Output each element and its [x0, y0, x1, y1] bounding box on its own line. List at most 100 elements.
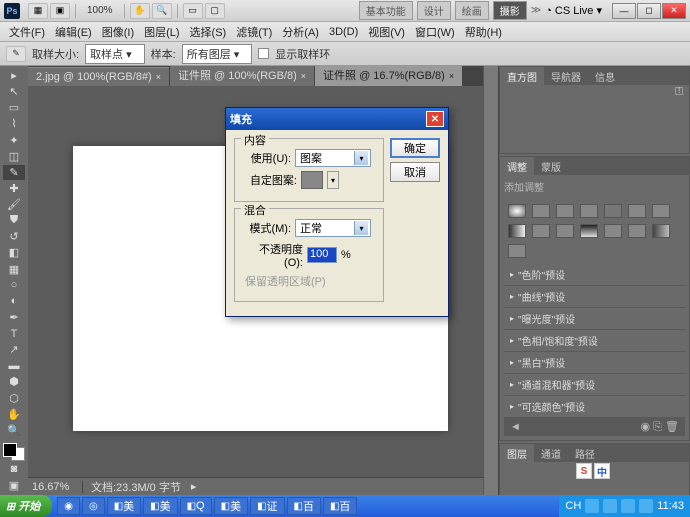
menu-filter[interactable]: 滤镜(T) — [231, 22, 277, 42]
tab-layers[interactable]: 图层 — [500, 444, 534, 462]
wand-tool[interactable]: ✦ — [3, 133, 25, 148]
menu-select[interactable]: 选择(S) — [185, 22, 232, 42]
cslive-button[interactable]: ◔ CS Live ▾ — [545, 4, 602, 17]
eraser-tool[interactable]: ◧ — [3, 245, 25, 260]
menu-view[interactable]: 视图(V) — [363, 22, 410, 42]
selectivecolor-icon[interactable] — [508, 244, 526, 258]
zoom-field[interactable]: 16.67% — [28, 481, 83, 493]
shape-tool[interactable]: ▬ — [3, 358, 25, 373]
pen-tool[interactable]: ✒ — [3, 310, 25, 325]
tray-icon[interactable] — [621, 499, 635, 513]
zoom-tool-icon[interactable]: 🔍 — [152, 3, 172, 19]
path-tool[interactable]: ↗ — [3, 342, 25, 357]
start-button[interactable]: ⊞ 开始 — [0, 495, 52, 517]
threshold-icon[interactable] — [628, 224, 646, 238]
menu-help[interactable]: 帮助(H) — [460, 22, 507, 42]
workspace-painting[interactable]: 绘画 — [455, 1, 489, 20]
crop-tool[interactable]: ◫ — [3, 149, 25, 164]
sample-layers-select[interactable]: 所有图层 ▾ — [182, 44, 253, 64]
sample-size-select[interactable]: 取样点 ▾ — [85, 44, 145, 64]
exposure-icon[interactable] — [580, 204, 598, 218]
preset-selectivecolor[interactable]: "可选颜色"预设 — [504, 396, 685, 418]
channelmixer-icon[interactable] — [556, 224, 574, 238]
cancel-button[interactable]: 取消 — [390, 162, 440, 182]
preset-curves[interactable]: "曲线"预设 — [504, 286, 685, 308]
menu-analysis[interactable]: 分析(A) — [277, 22, 324, 42]
tab-adjustments[interactable]: 调整 — [500, 157, 534, 175]
taskbar-item[interactable]: ◧ 证 — [250, 497, 284, 515]
dialog-title-bar[interactable]: 填充 ✕ — [226, 108, 448, 130]
taskbar-item[interactable]: ◧ 美 — [143, 497, 177, 515]
menu-file[interactable]: 文件(F) — [4, 22, 50, 42]
gradientmap-icon[interactable] — [652, 224, 670, 238]
3d-camera-tool[interactable]: ⬡ — [3, 391, 25, 406]
screen-mode-icon[interactable]: ▢ — [205, 3, 225, 19]
tray-icon[interactable] — [639, 499, 653, 513]
colorbalance-icon[interactable] — [652, 204, 670, 218]
preset-channelmixer[interactable]: "通道混和器"预设 — [504, 374, 685, 396]
tab-histogram[interactable]: 直方图 — [500, 67, 544, 85]
tab-channels[interactable]: 通道 — [534, 444, 568, 462]
workspace-essentials[interactable]: 基本功能 — [359, 1, 413, 20]
hand-tool[interactable]: ✋ — [3, 407, 25, 422]
taskbar-item[interactable]: ◧ 美 — [214, 497, 248, 515]
vertical-scrollbar[interactable] — [483, 66, 498, 495]
show-ring-checkbox[interactable] — [258, 48, 269, 59]
workspace-design[interactable]: 设计 — [417, 1, 451, 20]
quickmask-icon[interactable]: ◙ — [3, 462, 25, 477]
hue-icon[interactable] — [628, 204, 646, 218]
invert-icon[interactable] — [580, 224, 598, 238]
preset-exposure[interactable]: "曝光度"预设 — [504, 308, 685, 330]
bw-icon[interactable] — [508, 224, 526, 238]
mini-bridge-button[interactable]: ▣ — [50, 3, 70, 19]
tray-icon[interactable] — [603, 499, 617, 513]
menu-edit[interactable]: 编辑(E) — [50, 22, 97, 42]
quicklaunch-item[interactable]: ◎ — [82, 497, 105, 515]
chevron-right-icon[interactable]: ≫ — [531, 5, 541, 16]
dialog-close-button[interactable]: ✕ — [426, 111, 444, 127]
taskbar-item[interactable]: ◧ 百 — [323, 497, 357, 515]
arrange-icon[interactable]: ▭ — [183, 3, 203, 19]
tab-info[interactable]: 信息 — [588, 67, 622, 85]
close-button[interactable]: ✕ — [662, 3, 686, 19]
taskbar-item[interactable]: ◧ 美 — [107, 497, 141, 515]
menu-window[interactable]: 窗口(W) — [410, 22, 460, 42]
photofilter-icon[interactable] — [532, 224, 550, 238]
move-tool[interactable]: ↖ — [3, 84, 25, 99]
clock[interactable]: 11:43 — [657, 500, 684, 512]
eyedropper-tool[interactable]: ✎ — [3, 165, 25, 180]
doc-info[interactable]: 文档:23.3M/0 字节 — [83, 479, 189, 495]
close-icon[interactable]: × — [449, 71, 454, 81]
color-swatch[interactable] — [3, 443, 25, 461]
warning-icon[interactable] — [675, 87, 683, 95]
tab-paths[interactable]: 路径 — [568, 444, 602, 462]
tab-navigator[interactable]: 导航器 — [544, 67, 588, 85]
taskbar-item[interactable]: ◧ Q — [180, 497, 212, 515]
pattern-picker-arrow[interactable]: ▾ — [327, 171, 339, 189]
dodge-tool[interactable]: ◐ — [3, 294, 25, 309]
tab-doc-1[interactable]: 2.jpg @ 100%(RGB/8#)× — [28, 67, 169, 86]
tray-icon[interactable] — [585, 499, 599, 513]
menu-3d[interactable]: 3D(D) — [324, 24, 363, 40]
system-tray[interactable]: CH 11:43 — [559, 495, 690, 517]
hand-tool-icon[interactable]: ✋ — [130, 3, 150, 19]
lang-indicator[interactable]: CH — [565, 500, 581, 512]
marquee-tool[interactable]: ▭ — [3, 100, 25, 115]
quicklaunch-item[interactable]: ◉ — [57, 497, 80, 515]
3d-tool[interactable]: ⬢ — [3, 374, 25, 389]
use-select[interactable]: 图案 — [295, 149, 371, 167]
stamp-tool[interactable]: ⛊ — [3, 213, 25, 228]
brush-tool[interactable]: 🖌 — [3, 197, 25, 212]
menu-layer[interactable]: 图层(L) — [139, 22, 184, 42]
minimize-button[interactable]: — — [612, 3, 636, 19]
preset-clip-icon[interactable]: ◉ ⎘ 🗑 — [641, 420, 679, 434]
collapse-icon[interactable]: ▸ — [3, 68, 25, 83]
zoom-display[interactable]: 100% — [81, 5, 119, 16]
tab-doc-2[interactable]: 证件照 @ 100%(RGB/8)× — [170, 66, 314, 86]
close-icon[interactable]: × — [156, 72, 161, 82]
pattern-swatch[interactable] — [301, 171, 323, 189]
type-tool[interactable]: T — [3, 326, 25, 341]
levels-icon[interactable] — [532, 204, 550, 218]
close-icon[interactable]: × — [301, 71, 306, 81]
curves-icon[interactable] — [556, 204, 574, 218]
